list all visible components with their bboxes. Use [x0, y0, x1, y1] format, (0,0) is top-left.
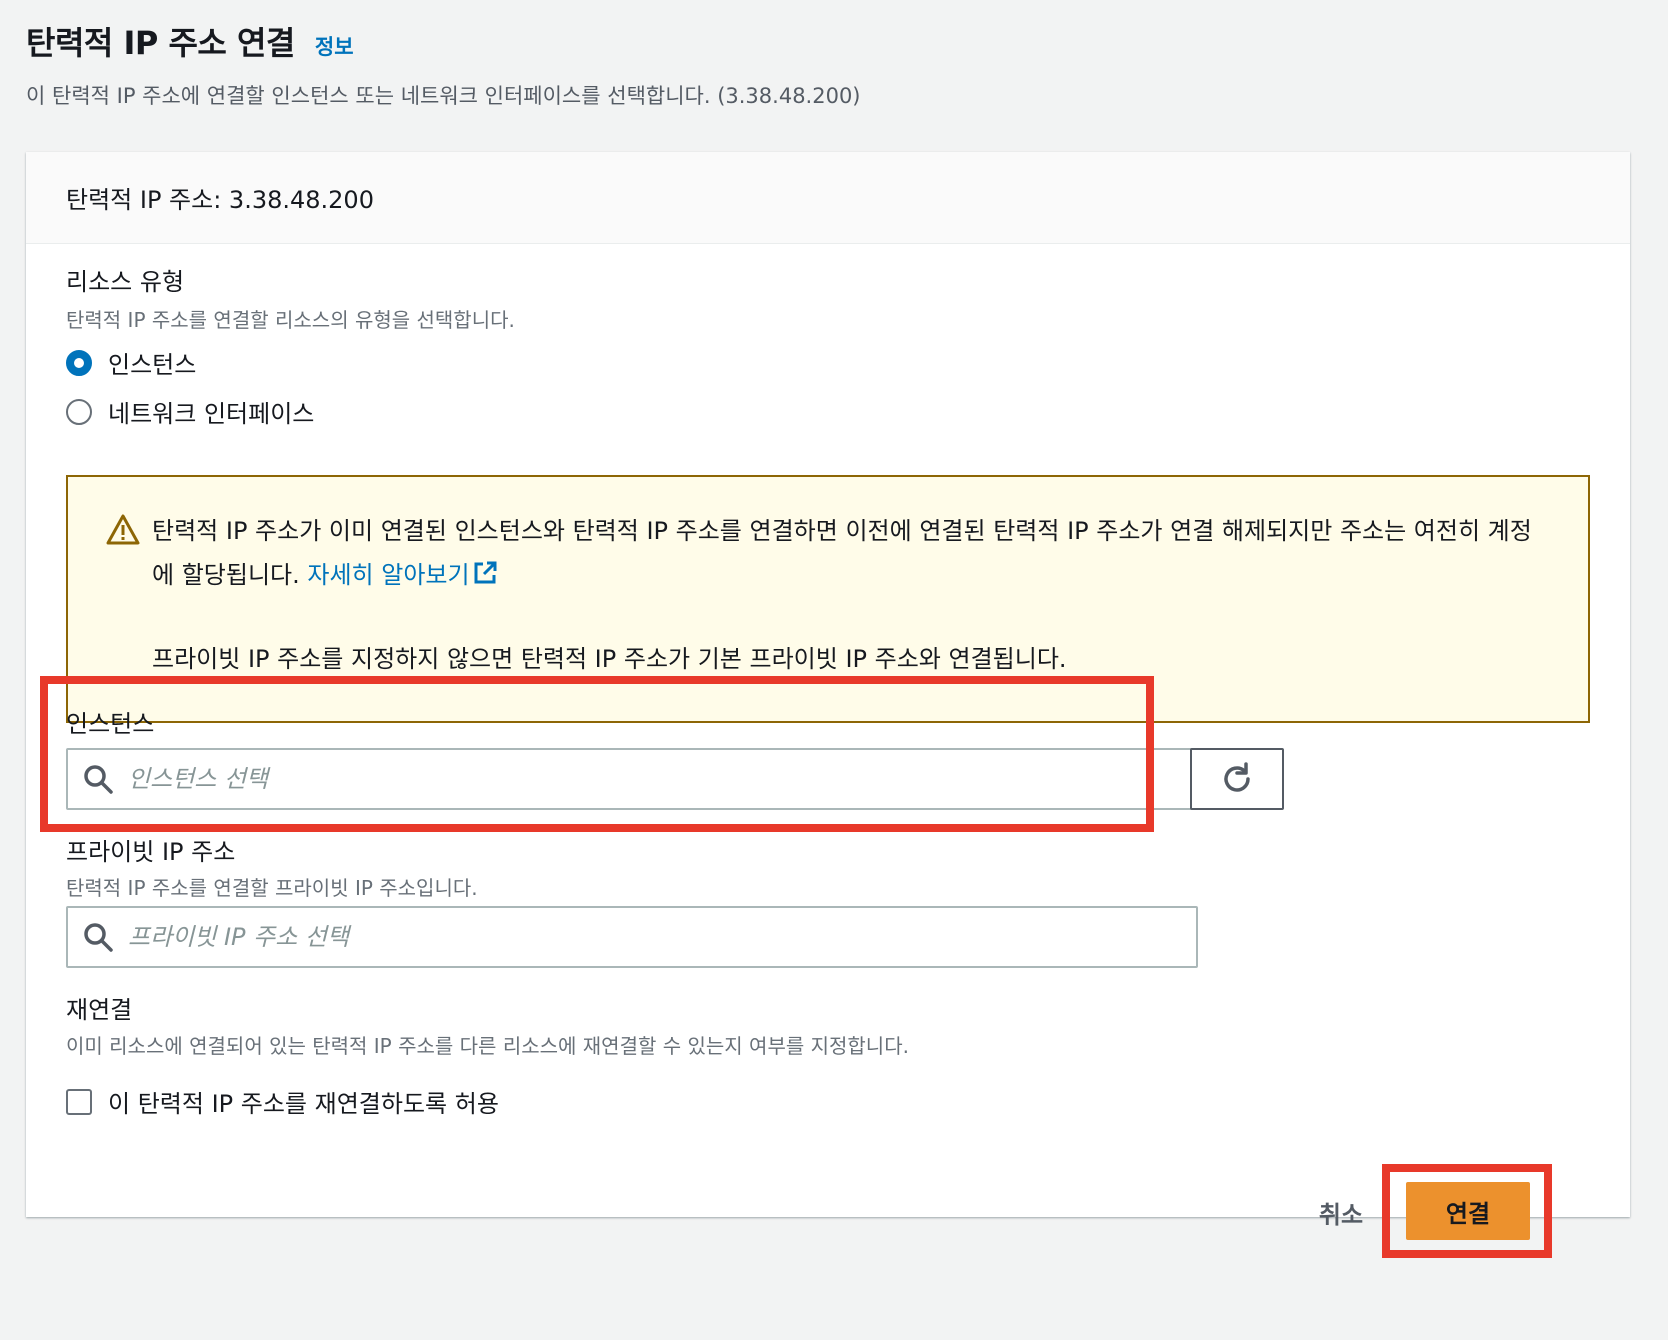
warning-alert: 탄력적 IP 주소가 이미 연결된 인스턴스와 탄력적 IP 주소를 연결하면 …	[66, 475, 1590, 723]
allow-reassociation-option[interactable]: 이 탄력적 IP 주소를 재연결하도록 허용	[66, 1084, 499, 1119]
radio-option-network-interface[interactable]: 네트워크 인터페이스	[66, 394, 314, 429]
private-ip-select[interactable]	[66, 906, 1198, 968]
page-header: 탄력적 IP 주소 연결 정보 이 탄력적 IP 주소에 연결할 인스턴스 또는…	[26, 18, 1626, 110]
panel-heading: 탄력적 IP 주소: 3.38.48.200	[26, 152, 1630, 244]
title-row: 탄력적 IP 주소 연결 정보	[26, 18, 1626, 64]
resource-type-description: 탄력적 IP 주소를 연결할 리소스의 유형을 선택합니다.	[66, 308, 515, 332]
radio-instance-selected[interactable]	[66, 349, 92, 376]
radio-instance-label: 인스턴스	[108, 351, 197, 379]
resource-type-label: 리소스 유형	[66, 268, 185, 296]
radio-network-interface-label: 네트워크 인터페이스	[108, 400, 315, 428]
associate-panel: 탄력적 IP 주소: 3.38.48.200 리소스 유형 탄력적 IP 주소를…	[26, 152, 1630, 1217]
alert-line-2: 프라이빗 IP 주소를 지정하지 않으면 탄력적 IP 주소가 기본 프라이빗 …	[152, 645, 1067, 673]
instance-search-input[interactable]	[128, 765, 1168, 793]
allow-reassociation-label: 이 탄력적 IP 주소를 재연결하도록 허용	[108, 1090, 499, 1118]
warning-icon	[106, 514, 140, 545]
private-ip-label: 프라이빗 IP 주소	[66, 838, 236, 866]
info-link[interactable]: 정보	[315, 31, 354, 61]
learn-more-link[interactable]: 자세히 알아보기	[307, 561, 497, 589]
associate-button[interactable]: 연결	[1406, 1182, 1530, 1240]
alert-text: 탄력적 IP 주소가 이미 연결된 인스턴스와 탄력적 IP 주소를 연결하면 …	[152, 509, 1552, 681]
page-title: 탄력적 IP 주소 연결	[26, 24, 295, 62]
refresh-button[interactable]	[1190, 748, 1284, 810]
page-description: 이 탄력적 IP 주소에 연결할 인스턴스 또는 네트워크 인터페이스를 선택합…	[26, 84, 861, 108]
reassociation-label: 재연결	[66, 996, 133, 1024]
instance-label: 인스턴스	[66, 710, 155, 738]
instance-select[interactable]	[66, 748, 1198, 810]
reassociation-description: 이미 리소스에 연결되어 있는 탄력적 IP 주소를 다른 리소스에 재연결할 …	[66, 1034, 909, 1058]
external-link-icon	[474, 561, 497, 584]
radio-network-interface[interactable]	[66, 398, 92, 425]
private-ip-search-input[interactable]	[128, 923, 1168, 951]
allow-reassociation-checkbox[interactable]	[66, 1088, 92, 1115]
learn-more-label: 자세히 알아보기	[307, 561, 470, 589]
radio-option-instance[interactable]: 인스턴스	[66, 345, 196, 380]
search-icon	[84, 923, 113, 952]
refresh-icon	[1224, 762, 1250, 792]
alert-paragraph-1: 탄력적 IP 주소가 이미 연결된 인스턴스와 탄력적 IP 주소를 연결하면 …	[152, 509, 1552, 597]
cancel-button[interactable]: 취소	[1296, 1190, 1386, 1234]
private-ip-description: 탄력적 IP 주소를 연결할 프라이빗 IP 주소입니다.	[66, 876, 478, 900]
search-icon	[84, 765, 113, 794]
